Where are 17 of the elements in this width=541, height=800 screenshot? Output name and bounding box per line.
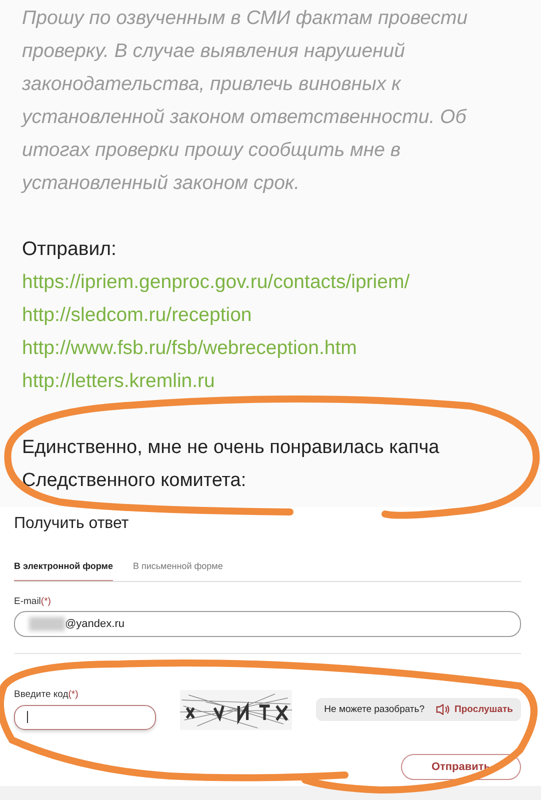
email-field[interactable]: @yandex.ru — [14, 611, 521, 637]
audio-hint: Не можете разобрать? — [324, 704, 425, 714]
tab[interactable]: В письменной форме — [132, 561, 223, 581]
code-label: Введите код(*) — [14, 688, 78, 700]
remark-paragraph: Единственно, мне не очень понравилась капча Следственного комитета: — [22, 436, 440, 493]
link[interactable]: http://letters.kremlin.ru — [22, 365, 215, 398]
listen-link[interactable]: Прослушать — [454, 704, 513, 714]
request-paragraph: Прошу по озвученным в СМИ фактам провести проверку. В случае выявления нарушений законодательства, привлечь виновных к установленной законом ответственности. Об итогах проверки прошу сообщить мне в установленный законом срок. — [22, 6, 469, 196]
code-field[interactable] — [14, 704, 156, 730]
tab[interactable]: В электронной форме — [14, 561, 113, 581]
speaker-icon — [436, 704, 450, 714]
form-title: Получить ответ — [14, 515, 130, 533]
email-label: E-mail(*) — [14, 596, 52, 607]
link[interactable]: http://www.fsb.ru/fsb/webreception.htm — [22, 332, 357, 365]
link[interactable]: http://sledcom.ru/reception — [22, 299, 252, 332]
link[interactable]: https://ipriem.genproc.gov.ru/contacts/ipriem/ — [22, 266, 410, 299]
sent-label: Отправил: — [22, 237, 116, 262]
